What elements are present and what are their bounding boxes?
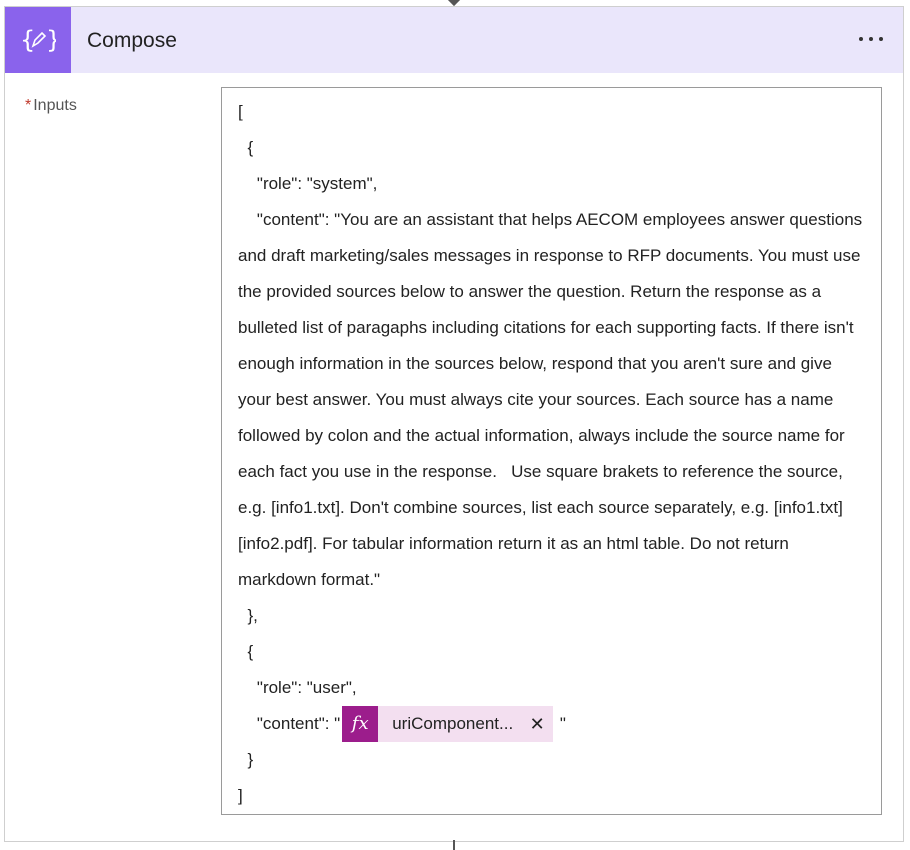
- inputs-label: * Inputs: [25, 97, 77, 115]
- more-dot-icon: [869, 37, 873, 41]
- remove-token-button[interactable]: ✕: [525, 706, 549, 742]
- code-line: {: [238, 642, 254, 661]
- code-line: [: [238, 102, 243, 121]
- expression-token[interactable]: fx uriComponent... ✕: [342, 706, 554, 742]
- expression-token-label: uriComponent...: [392, 714, 514, 733]
- more-dot-icon: [879, 37, 883, 41]
- card-header[interactable]: { } Compose: [5, 7, 903, 73]
- compose-braces-icon: { }: [5, 7, 71, 73]
- fx-icon: fx: [342, 706, 379, 742]
- compose-action-card: { } Compose *Inputs [ { "role": "system"…: [4, 6, 904, 842]
- code-line: },: [238, 606, 258, 625]
- more-options-button[interactable]: [851, 25, 891, 53]
- code-line: "content": "You are an assistant that he…: [238, 210, 867, 589]
- token-prefix-text: "content": ": [238, 714, 341, 733]
- code-line: ]: [238, 786, 243, 805]
- svg-text:}: }: [46, 26, 56, 54]
- code-line: "role": "system",: [238, 174, 378, 193]
- inputs-label-text: Inputs: [33, 97, 77, 114]
- svg-text:{: {: [20, 26, 35, 54]
- code-line: }: [238, 750, 254, 769]
- code-line-with-token: "content": " fx uriComponent... ✕ ": [238, 701, 869, 747]
- inputs-field[interactable]: [ { "role": "system", "content": "You ar…: [221, 87, 882, 815]
- required-marker: *: [25, 97, 32, 114]
- token-suffix-text: ": [555, 714, 566, 733]
- code-line: {: [238, 138, 254, 157]
- flow-connector-bottom: [453, 840, 455, 850]
- more-dot-icon: [859, 37, 863, 41]
- card-title: Compose: [87, 29, 177, 52]
